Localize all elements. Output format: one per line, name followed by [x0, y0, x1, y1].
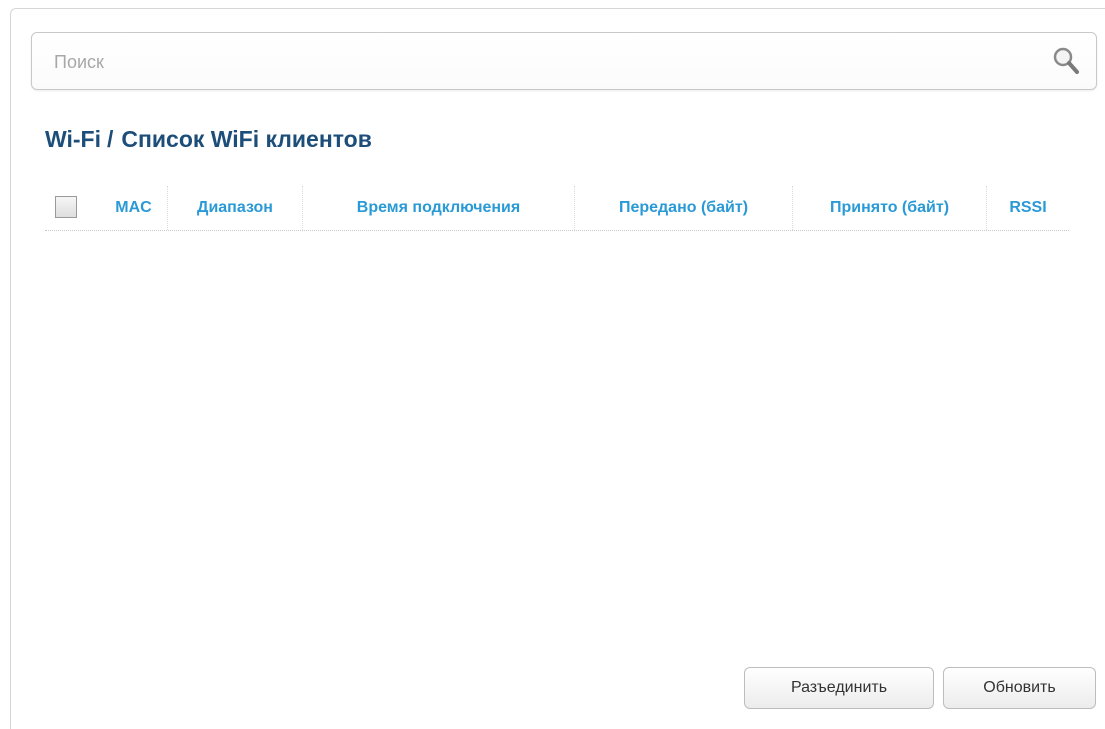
page-title: Список WiFi клиентов [121, 126, 372, 152]
column-header-received-bytes[interactable]: Принято (байт) [793, 186, 987, 230]
search-input[interactable] [52, 33, 1036, 91]
column-header-sent-bytes[interactable]: Передано (байт) [575, 186, 793, 230]
breadcrumb-separator: / [107, 126, 114, 152]
column-header-rssi[interactable]: RSSI [987, 186, 1069, 230]
column-header-connection-time[interactable]: Время подключения [303, 186, 575, 230]
refresh-button[interactable]: Обновить [943, 667, 1096, 709]
breadcrumb-section: Wi-Fi [45, 126, 101, 152]
disconnect-button[interactable]: Разъединить [744, 667, 934, 709]
breadcrumb: Wi-Fi / Список WiFi клиентов [45, 126, 372, 153]
content-panel [10, 8, 1105, 729]
select-all-checkbox[interactable] [55, 196, 77, 218]
search-icon[interactable] [1050, 45, 1082, 77]
column-header-mac[interactable]: MAC [100, 186, 168, 230]
clients-table-header: MAC Диапазон Время подключения Передано … [45, 186, 1069, 231]
search-box[interactable] [31, 32, 1097, 91]
column-header-band[interactable]: Диапазон [168, 186, 303, 230]
